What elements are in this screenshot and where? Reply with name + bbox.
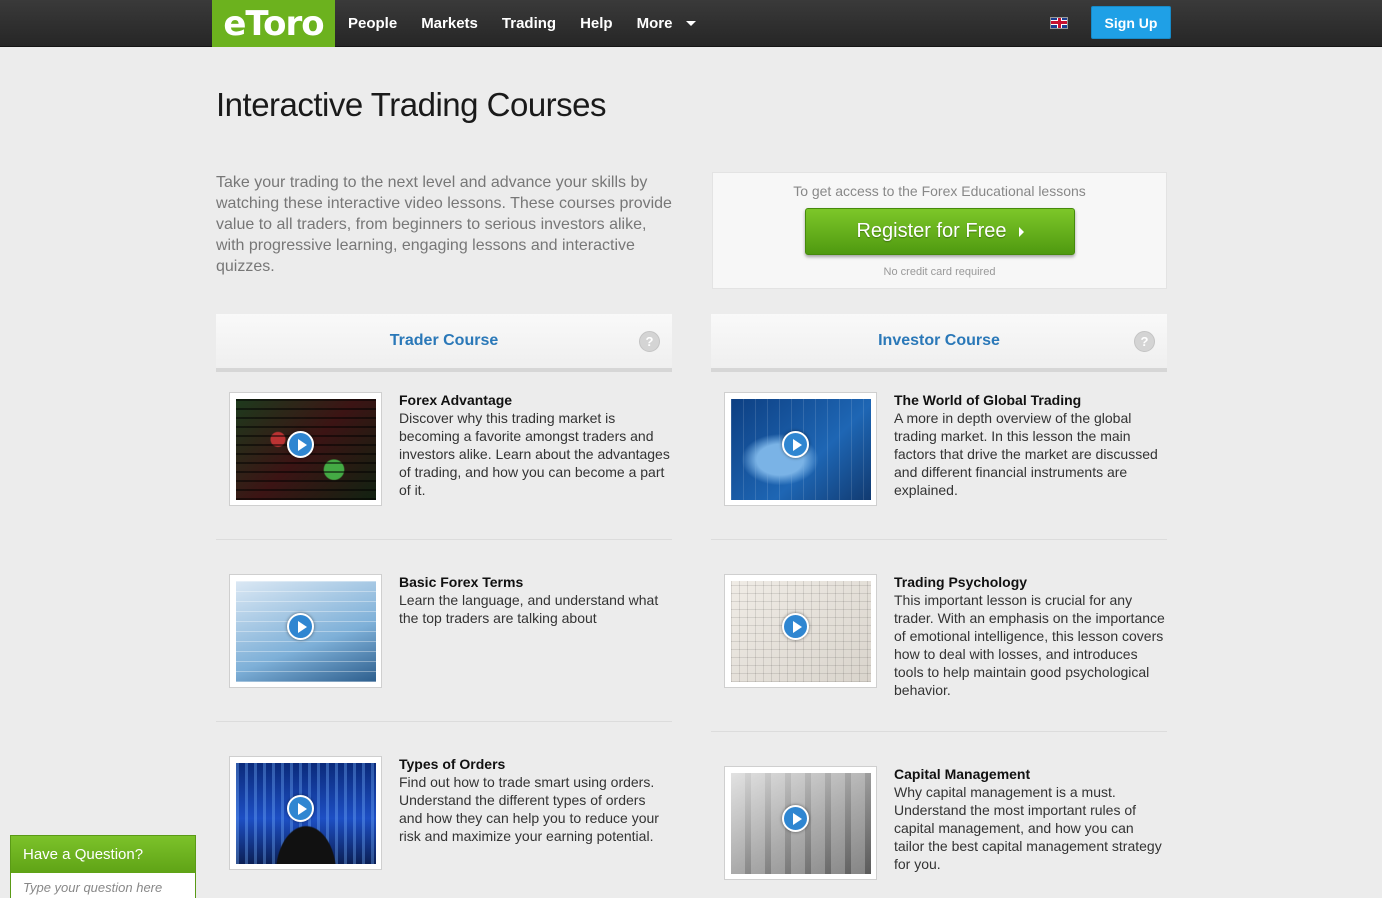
logo-text: eToro bbox=[223, 3, 324, 44]
investor-course-title[interactable]: Investor Course bbox=[878, 332, 1000, 350]
lesson-thumbnail[interactable] bbox=[724, 574, 877, 688]
play-icon[interactable] bbox=[287, 795, 314, 822]
lesson-description: Find out how to trade smart using orders… bbox=[399, 774, 659, 844]
play-icon[interactable] bbox=[782, 613, 809, 640]
register-note: To get access to the Forex Educational l… bbox=[793, 183, 1086, 199]
page-title: Interactive Trading Courses bbox=[216, 86, 607, 123]
intro-text: Take your trading to the next level and … bbox=[216, 174, 672, 275]
lesson-title[interactable]: Types of Orders bbox=[399, 756, 505, 772]
lesson-description: This important lesson is crucial for any… bbox=[894, 592, 1165, 698]
nav-markets[interactable]: Markets bbox=[409, 15, 490, 32]
main-nav: People Markets Trading Help More bbox=[336, 0, 697, 47]
lesson-title[interactable]: Capital Management bbox=[894, 766, 1030, 782]
chevron-right-icon bbox=[1018, 226, 1024, 237]
question-input[interactable] bbox=[11, 876, 195, 898]
play-icon[interactable] bbox=[287, 613, 314, 640]
play-icon[interactable] bbox=[287, 431, 314, 458]
etoro-logo[interactable]: eToro bbox=[212, 0, 335, 47]
chat-header[interactable]: Have a Question? bbox=[11, 836, 195, 873]
lesson-description: Discover why this trading market is beco… bbox=[399, 410, 670, 498]
help-icon[interactable]: ? bbox=[639, 331, 660, 352]
trader-course-header: Trader Course ? bbox=[216, 314, 672, 372]
nav-people[interactable]: People bbox=[336, 15, 409, 32]
divider bbox=[216, 721, 672, 722]
lesson-title[interactable]: Basic Forex Terms bbox=[399, 574, 523, 590]
register-button-label: Register for Free bbox=[856, 220, 1007, 242]
divider bbox=[711, 539, 1167, 540]
lesson-thumbnail[interactable] bbox=[724, 766, 877, 880]
nav-more-label: More bbox=[636, 15, 673, 32]
lesson-title[interactable]: Trading Psychology bbox=[894, 574, 1027, 590]
lesson-thumbnail[interactable] bbox=[229, 392, 382, 506]
investor-course-header: Investor Course ? bbox=[711, 314, 1167, 372]
help-icon[interactable]: ? bbox=[1134, 331, 1155, 352]
lesson-title[interactable]: Forex Advantage bbox=[399, 392, 512, 408]
play-icon[interactable] bbox=[782, 805, 809, 832]
top-navigation-bar: eToro People Markets Trading Help More S… bbox=[0, 0, 1382, 47]
nav-more-dropdown[interactable]: More bbox=[625, 15, 697, 32]
register-for-free-button[interactable]: Register for Free bbox=[805, 208, 1075, 255]
lesson-title[interactable]: The World of Global Trading bbox=[894, 392, 1081, 408]
lesson-description: Why capital management is a must. Unders… bbox=[894, 784, 1162, 872]
lesson-description: Learn the language, and understand what … bbox=[399, 592, 659, 626]
no-credit-card-note: No credit card required bbox=[883, 266, 996, 278]
divider bbox=[711, 731, 1167, 732]
question-chat-widget: Have a Question? bbox=[10, 835, 196, 898]
lesson-description: A more in depth overview of the global t… bbox=[894, 410, 1158, 498]
play-icon[interactable] bbox=[782, 431, 809, 458]
nav-help[interactable]: Help bbox=[568, 15, 625, 32]
chevron-down-icon bbox=[686, 21, 697, 26]
sign-up-button[interactable]: Sign Up bbox=[1091, 6, 1171, 39]
divider bbox=[216, 539, 672, 540]
lesson-thumbnail[interactable] bbox=[229, 574, 382, 688]
trader-course-title[interactable]: Trader Course bbox=[390, 332, 498, 350]
register-panel: To get access to the Forex Educational l… bbox=[712, 172, 1167, 289]
trader-course-column: Trader Course ? Forex Advantage Discover… bbox=[216, 314, 672, 870]
uk-flag-icon[interactable] bbox=[1050, 17, 1068, 29]
lesson-thumbnail[interactable] bbox=[724, 392, 877, 506]
lesson-thumbnail[interactable] bbox=[229, 756, 382, 870]
nav-trading[interactable]: Trading bbox=[490, 15, 568, 32]
investor-course-column: Investor Course ? The World of Global Tr… bbox=[711, 314, 1167, 880]
